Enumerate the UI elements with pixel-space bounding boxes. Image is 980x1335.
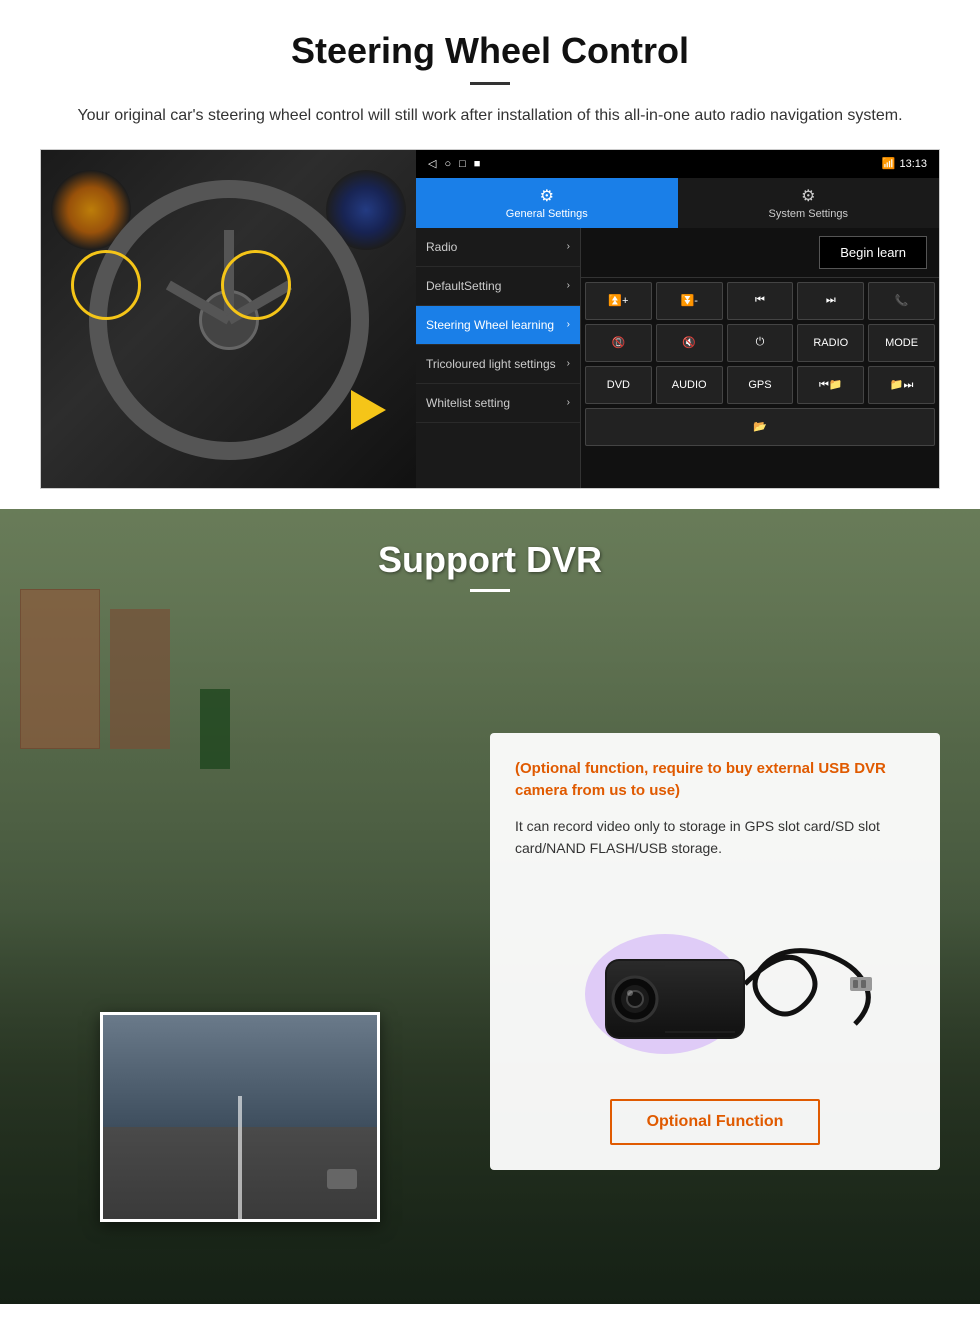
dvr-camera-visual <box>515 879 915 1079</box>
menu-tricoloured-label: Tricoloured light settings <box>426 357 556 371</box>
android-tabs: ⚙ General Settings ⚙ System Settings <box>416 178 939 228</box>
next-folder-button[interactable]: 📁⏭ <box>868 366 935 404</box>
optional-btn-container: Optional Function <box>515 1099 915 1145</box>
dvd-button[interactable]: DVD <box>585 366 652 404</box>
dvr-screenshot <box>100 1012 380 1222</box>
steering-wheel <box>89 180 369 460</box>
road-lane <box>238 1096 242 1218</box>
power-button[interactable]: ⏻ <box>727 324 794 362</box>
dvr-content: (Optional function, require to buy exter… <box>0 602 980 1302</box>
tab-system-label: System Settings <box>769 208 848 220</box>
ctrl-row-1: ⏫+ ⏬- ⏮ ⏭ 📞 <box>585 282 935 320</box>
menu-steering-label: Steering Wheel learning <box>426 318 554 332</box>
dvr-info-card: (Optional function, require to buy exter… <box>490 733 940 1171</box>
dvr-right: (Optional function, require to buy exter… <box>480 602 980 1302</box>
chevron-right-icon: › <box>567 397 570 408</box>
optional-function-button[interactable]: Optional Function <box>610 1099 821 1145</box>
chevron-right-icon: › <box>567 241 570 252</box>
menu-whitelist-label: Whitelist setting <box>426 396 510 410</box>
begin-learn-button[interactable]: Begin learn <box>819 236 927 269</box>
menu-item-steering[interactable]: Steering Wheel learning › <box>416 306 580 345</box>
settings-menu: Radio › DefaultSetting › Steering Wheel … <box>416 228 581 488</box>
steering-wheel-image <box>41 150 416 489</box>
arrow-indicator <box>351 390 386 430</box>
audio-button[interactable]: AUDIO <box>656 366 723 404</box>
dvr-header: Support DVR <box>0 509 980 602</box>
hang-up-button[interactable]: 📵 <box>585 324 652 362</box>
dvr-description: It can record video only to storage in G… <box>515 815 915 860</box>
radio-button[interactable]: RADIO <box>797 324 864 362</box>
menu-item-radio[interactable]: Radio › <box>416 228 580 267</box>
nav-menu-icon: ■ <box>474 158 481 170</box>
gear-icon: ⚙ <box>540 186 554 206</box>
dvr-left <box>0 602 480 1302</box>
gps-button[interactable]: GPS <box>727 366 794 404</box>
tab-system-settings[interactable]: ⚙ System Settings <box>678 178 940 228</box>
prev-track-button[interactable]: ⏮ <box>727 282 794 320</box>
dvr-optional-title: (Optional function, require to buy exter… <box>515 758 915 803</box>
section1-title: Steering Wheel Control <box>40 30 940 72</box>
nav-recent-icon: □ <box>459 158 466 170</box>
control-grid: ⏫+ ⏬- ⏮ ⏭ 📞 📵 🔇 ⏻ RADIO MODE <box>581 278 939 450</box>
nav-back-icon: ◁ <box>428 157 436 170</box>
prev-folder-button[interactable]: ⏮📁 <box>797 366 864 404</box>
tab-general-settings[interactable]: ⚙ General Settings <box>416 178 678 228</box>
statusbar-time: 📶 13:13 <box>882 157 927 170</box>
android-panel: ◁ ○ □ ■ 📶 13:13 ⚙ General Settings ⚙ <box>416 150 939 488</box>
menu-radio-label: Radio <box>426 240 457 254</box>
highlight-left <box>71 250 141 320</box>
section1-subtitle: Your original car's steering wheel contr… <box>60 103 920 129</box>
clock: 13:13 <box>899 158 927 170</box>
mute-button[interactable]: 🔇 <box>656 324 723 362</box>
road-car <box>327 1169 357 1189</box>
mode-button[interactable]: MODE <box>868 324 935 362</box>
folder-button[interactable]: 📂 <box>585 408 935 446</box>
chevron-right-icon: › <box>567 280 570 291</box>
ctrl-row-2: 📵 🔇 ⏻ RADIO MODE <box>585 324 935 362</box>
dvr-section: Support DVR (Optional function, require … <box>0 509 980 1304</box>
chevron-right-icon: › <box>567 319 570 330</box>
next-track-button[interactable]: ⏭ <box>797 282 864 320</box>
highlight-right <box>221 250 291 320</box>
wifi-icon: 📶 <box>882 157 896 170</box>
begin-learn-row: Begin learn <box>581 228 939 278</box>
ctrl-row-4: 📂 <box>585 408 935 446</box>
nav-home-icon: ○ <box>444 158 451 170</box>
settings-content: Radio › DefaultSetting › Steering Wheel … <box>416 228 939 488</box>
settings-right-panel: Begin learn ⏫+ ⏬- ⏮ ⏭ 📞 📵 <box>581 228 939 488</box>
vol-down-button[interactable]: ⏬- <box>656 282 723 320</box>
vol-up-button[interactable]: ⏫+ <box>585 282 652 320</box>
tab-general-label: General Settings <box>506 208 588 220</box>
phone-button[interactable]: 📞 <box>868 282 935 320</box>
statusbar: ◁ ○ □ ■ 📶 13:13 <box>416 150 939 178</box>
ui-panel: ◁ ○ □ ■ 📶 13:13 ⚙ General Settings ⚙ <box>40 149 940 489</box>
menu-item-tricoloured[interactable]: Tricoloured light settings › <box>416 345 580 384</box>
menu-item-default[interactable]: DefaultSetting › <box>416 267 580 306</box>
dvr-title: Support DVR <box>0 539 980 581</box>
settings-icon: ⚙ <box>801 186 815 206</box>
chevron-right-icon: › <box>567 358 570 369</box>
menu-default-label: DefaultSetting <box>426 279 501 293</box>
dvr-divider <box>470 589 510 592</box>
section1-divider <box>470 82 510 85</box>
menu-item-whitelist[interactable]: Whitelist setting › <box>416 384 580 423</box>
statusbar-nav: ◁ ○ □ ■ <box>428 157 480 170</box>
steering-wheel-section: Steering Wheel Control Your original car… <box>0 0 980 509</box>
dvr-screenshot-inner <box>103 1015 377 1219</box>
dvr-camera-svg <box>545 884 885 1074</box>
ctrl-row-3: DVD AUDIO GPS ⏮📁 📁⏭ <box>585 366 935 404</box>
road-visual <box>103 1015 377 1219</box>
